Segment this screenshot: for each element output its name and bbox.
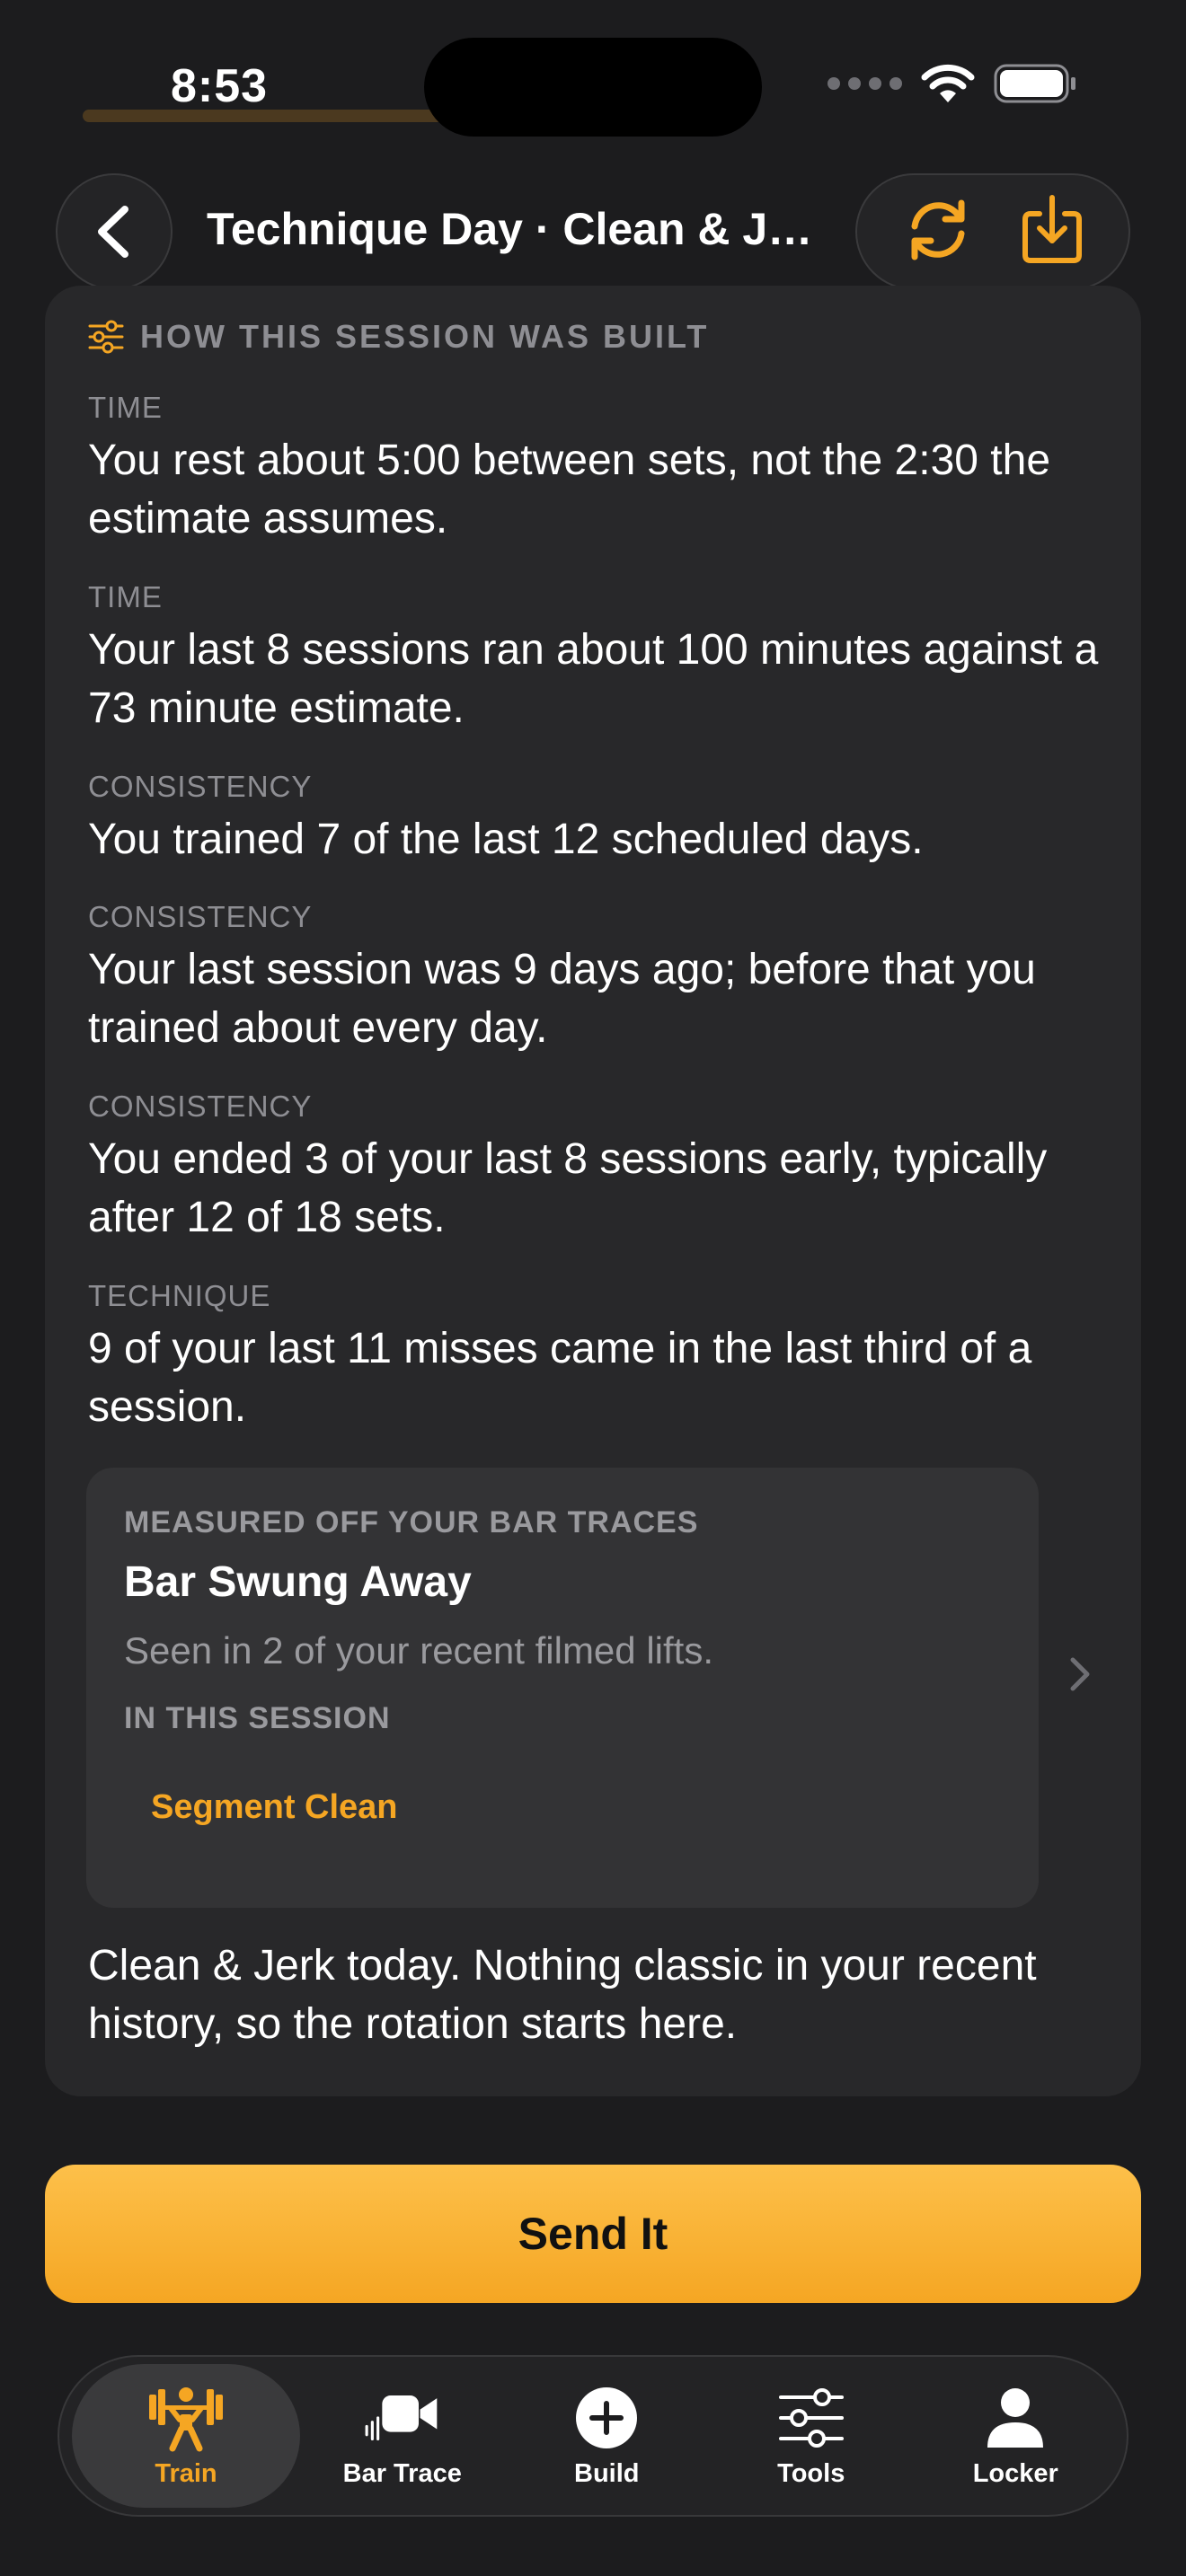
tab-tools[interactable]: Tools <box>709 2364 914 2508</box>
reason-item: CONSISTENCY You ended 3 of your last 8 s… <box>88 1087 1112 1247</box>
tray-download-icon <box>1022 194 1082 263</box>
chevron-left-icon <box>98 206 128 258</box>
status-icons <box>828 63 1078 104</box>
save-download-button[interactable] <box>1018 192 1086 272</box>
tab-locker[interactable]: Locker <box>914 2364 1119 2508</box>
ghost-progress-bar <box>83 110 460 122</box>
sliders-heading-icon <box>88 320 124 354</box>
segment-clean-chip[interactable]: Segment Clean <box>124 1769 425 1845</box>
nav-action-group <box>855 173 1130 290</box>
bar-trace-insight-card[interactable]: MEASURED OFF YOUR BAR TRACES Bar Swung A… <box>86 1468 1039 1908</box>
insight-title: Bar Swung Away <box>124 1558 472 1606</box>
back-button[interactable] <box>56 173 173 290</box>
tab-train[interactable]: Train <box>72 2364 300 2508</box>
session-explanation-card: HOW THIS SESSION WAS BUILT TIME You rest… <box>45 286 1141 2096</box>
refresh-icon <box>911 199 964 260</box>
weightlifter-icon <box>147 2384 225 2452</box>
reason-category: CONSISTENCY <box>88 900 313 933</box>
sliders-icon <box>773 2384 850 2452</box>
video-camera-icon <box>364 2384 441 2452</box>
wifi-icon <box>921 64 975 102</box>
plus-circle-icon <box>568 2384 645 2452</box>
tab-label: Tools <box>777 2458 845 2488</box>
reason-text: You ended 3 of your last 8 sessions earl… <box>88 1135 1048 1241</box>
card-heading-text: HOW THIS SESSION WAS BUILT <box>140 318 710 355</box>
dynamic-island <box>424 38 762 137</box>
status-time: 8:53 <box>171 60 269 112</box>
refresh-button[interactable] <box>900 192 976 272</box>
reason-item: TIME You rest about 5:00 between sets, n… <box>88 388 1112 548</box>
reason-item: TECHNIQUE 9 of your last 11 misses came … <box>88 1276 1112 1436</box>
reason-category: TECHNIQUE <box>88 1279 271 1312</box>
battery-icon <box>994 64 1075 103</box>
tab-label: Build <box>574 2458 640 2488</box>
reason-item: CONSISTENCY You trained 7 of the last 12… <box>88 767 1112 869</box>
insight-source-label: MEASURED OFF YOUR BAR TRACES <box>124 1505 699 1539</box>
page-title: Technique Day · Clean & Je... <box>207 204 827 254</box>
send-it-button[interactable]: Send It <box>45 2165 1141 2303</box>
insight-description: Seen in 2 of your recent filmed lifts. <box>124 1629 713 1672</box>
reason-category: TIME <box>88 391 163 424</box>
reason-item: CONSISTENCY Your last session was 9 days… <box>88 897 1112 1057</box>
reason-text: You rest about 5:00 between sets, not th… <box>88 437 1051 543</box>
chevron-right-icon <box>1070 1657 1090 1691</box>
reason-item: TIME Your last 8 sessions ran about 100 … <box>88 578 1112 737</box>
tab-label: Train <box>155 2458 217 2488</box>
tab-build[interactable]: Build <box>505 2364 710 2508</box>
insight-session-label: IN THIS SESSION <box>124 1701 391 1735</box>
cellular-dots-icon <box>828 77 902 90</box>
reason-category: TIME <box>88 580 163 613</box>
closing-note: Clean & Jerk today. Nothing classic in y… <box>88 1942 1037 2048</box>
reason-text: You trained 7 of the last 12 scheduled d… <box>88 816 924 863</box>
screen: 8:53 Technique Day · Clean & Je... HOW T… <box>0 0 1186 2576</box>
tab-label: Locker <box>972 2458 1058 2488</box>
reason-category: CONSISTENCY <box>88 770 313 803</box>
reason-category: CONSISTENCY <box>88 1090 313 1123</box>
card-heading: HOW THIS SESSION WAS BUILT <box>88 318 709 356</box>
reason-text: Your last 8 sessions ran about 100 minut… <box>88 626 1099 732</box>
tab-bar-trace[interactable]: Bar Trace <box>300 2364 505 2508</box>
tab-label: Bar Trace <box>342 2458 462 2488</box>
reason-text: Your last session was 9 days ago; before… <box>88 946 1036 1052</box>
person-icon <box>977 2384 1054 2452</box>
tab-bar: Train Bar Trace Build Tools Locker <box>58 2355 1128 2517</box>
reason-text: 9 of your last 11 misses came in the las… <box>88 1325 1032 1431</box>
